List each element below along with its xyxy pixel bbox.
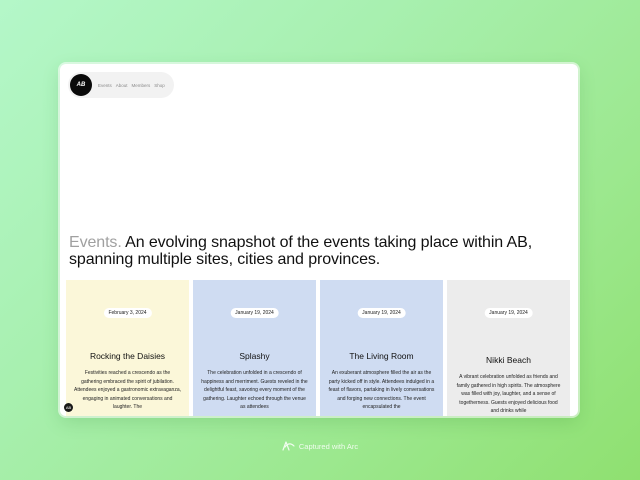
- event-description: Festivities reached a crescendo as the g…: [74, 370, 182, 411]
- nav-link-events[interactable]: Events: [98, 83, 112, 88]
- top-nav: AB Events About Members Shop: [68, 72, 174, 98]
- nav-links: Events About Members Shop: [98, 83, 169, 88]
- event-card[interactable]: February 3, 2024 Rocking the Daisies Fes…: [66, 280, 189, 416]
- event-card[interactable]: January 19, 2024 Nikki Beach A vibrant c…: [447, 280, 570, 416]
- browser-window: AB Events About Members Shop Events. An …: [60, 64, 578, 416]
- event-card[interactable]: January 19, 2024 The Living Room An exub…: [320, 280, 443, 416]
- event-date: January 19, 2024: [357, 308, 406, 318]
- event-date: February 3, 2024: [103, 308, 152, 318]
- event-date: January 19, 2024: [230, 308, 279, 318]
- event-date: January 19, 2024: [484, 308, 533, 318]
- nav-link-shop[interactable]: Shop: [154, 83, 165, 88]
- nav-link-members[interactable]: Members: [132, 83, 151, 88]
- footer-text: Captured with Arc: [298, 441, 359, 451]
- ab-badge[interactable]: AB: [64, 403, 73, 412]
- event-description: The celebration unfolded in a crescendo …: [201, 370, 308, 411]
- event-title: Rocking the Daisies: [89, 351, 166, 361]
- nav-link-about[interactable]: About: [116, 83, 128, 88]
- event-description: An exuberant atmosphere filled the air a…: [328, 370, 435, 411]
- logo[interactable]: AB: [70, 74, 92, 96]
- event-title: Splashy: [239, 351, 270, 361]
- arc-logo-icon: [282, 441, 295, 451]
- event-description: A vibrant celebration unfolded as friend…: [456, 374, 561, 415]
- event-title: The Living Room: [349, 351, 414, 361]
- headline-muted: Events.: [69, 234, 122, 251]
- event-card[interactable]: January 19, 2024 Splashy The celebration…: [193, 280, 316, 416]
- page-headline: Events. An evolving snapshot of the even…: [69, 234, 549, 268]
- event-title: Nikki Beach: [486, 355, 531, 365]
- headline-text: An evolving snapshot of the events takin…: [69, 234, 533, 268]
- capture-footer: Captured with Arc: [0, 441, 640, 451]
- event-cards: February 3, 2024 Rocking the Daisies Fes…: [66, 280, 573, 416]
